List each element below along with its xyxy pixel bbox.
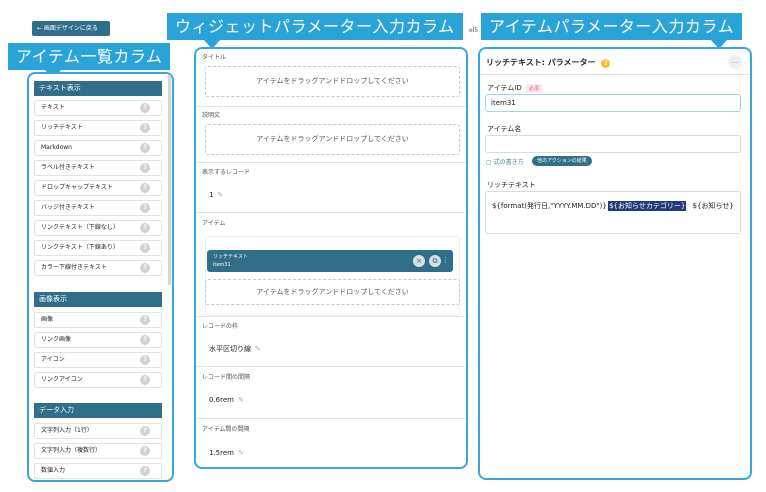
help-icon[interactable]: ? — [601, 59, 611, 68]
help-icon[interactable]: ? — [140, 203, 150, 213]
richtext-editor[interactable]: ${format(発行日,"YYYY.MM.DD")} ${お知らせカテゴリー}… — [485, 191, 741, 234]
palette-item-number[interactable]: 数値入力? — [34, 463, 162, 479]
help-icon[interactable]: ? — [140, 375, 150, 385]
pencil-icon[interactable]: ✎ — [238, 449, 244, 457]
divider — [196, 212, 466, 213]
palette-item-color-underline[interactable]: カラー下線付きテキスト? — [34, 260, 162, 276]
record-frame-label: レコードの枠 — [202, 323, 239, 330]
palette-item-badge-text[interactable]: バッジ付きテキスト? — [34, 200, 162, 216]
record-gap-label: レコード間の間隔 — [202, 374, 251, 381]
palette-item-icon[interactable]: アイコン? — [34, 352, 162, 368]
palette-item-richtext[interactable]: リッチテキスト? — [34, 120, 162, 136]
divider — [196, 162, 466, 163]
annotation-widget-params: ウィジェットパラメーター入力カラム — [167, 13, 463, 49]
palette-item-link-underline[interactable]: リンクテキスト（下線あり）? — [34, 240, 162, 256]
records-label: 表示するレコード — [202, 169, 251, 176]
item-chip-richtext[interactable]: リッチテキスト item31 × ⧉ ⋮ — [207, 250, 453, 272]
help-icon[interactable]: ? — [140, 123, 150, 133]
palette-item-markdown[interactable]: Markdown? — [34, 140, 162, 156]
help-icon[interactable]: ? — [140, 223, 150, 233]
divider — [196, 316, 466, 317]
annotation-item-list: アイテム一覧カラム — [8, 43, 171, 79]
richtext-part: ${format(発行日,"YYYY.MM.DD")} — [492, 202, 607, 210]
item-params-header: リッチテキスト: パラメーター ? — [486, 57, 611, 68]
record-frame-value[interactable]: 水平区切り線 ✎ — [209, 344, 261, 354]
item-id-label: アイテムID 必須 — [487, 83, 542, 93]
help-icon[interactable]: ? — [140, 466, 150, 476]
more-options-icon[interactable]: … — [728, 55, 742, 69]
help-icon[interactable]: ? — [140, 183, 150, 193]
divider — [480, 74, 750, 75]
back-to-screen-design-button[interactable]: ← 画面デザインに戻る — [32, 21, 110, 36]
palette-item-link-icon[interactable]: リンクアイコン? — [34, 372, 162, 388]
section-text-display: テキスト表示 — [34, 81, 162, 96]
palette-item-labeled-text[interactable]: ラベル付きテキスト? — [34, 160, 162, 176]
pencil-icon[interactable]: ✎ — [217, 191, 223, 199]
divider — [196, 106, 466, 107]
palette-item-link-image[interactable]: リンク画像? — [34, 332, 162, 348]
section-image-display: 画像表示 — [34, 292, 162, 307]
help-icon[interactable]: ? — [140, 103, 150, 113]
help-icon[interactable]: ? — [140, 355, 150, 365]
description-label: 説明文 — [202, 112, 221, 119]
help-icon[interactable]: ? — [140, 315, 150, 325]
chip-title: リッチテキスト — [213, 254, 248, 260]
item-gap-label: アイテム間の間隔 — [202, 426, 250, 433]
section-data-input: データ入力 — [34, 403, 162, 418]
items-dropzone[interactable]: アイテムをドラッグアンドドロップしてください — [205, 279, 460, 305]
item-name-field[interactable] — [485, 135, 741, 153]
help-icon[interactable]: ? — [140, 243, 150, 253]
help-icon[interactable]: ? — [140, 446, 150, 456]
help-icon[interactable]: ? — [140, 426, 150, 436]
drag-handle-icon[interactable]: ⋮ — [442, 256, 449, 264]
required-badge: 必須 — [525, 84, 542, 93]
divider — [196, 418, 466, 419]
annotation-item-params: アイテムパラメーター入力カラム — [481, 13, 742, 49]
palette-item-dropcap[interactable]: ドロップキャップテキスト? — [34, 180, 162, 196]
help-icon[interactable]: ? — [140, 263, 150, 273]
palette-item-image[interactable]: 画像? — [34, 312, 162, 328]
richtext-selection: ${お知らせカテゴリー} — [608, 201, 687, 211]
pencil-icon[interactable]: ✎ — [255, 345, 261, 353]
help-icon[interactable]: ? — [140, 335, 150, 345]
palette-item-link-no-underline[interactable]: リンクテキスト（下線なし）? — [34, 220, 162, 236]
copy-icon[interactable]: ⧉ — [429, 255, 441, 267]
help-icon[interactable]: ? — [140, 163, 150, 173]
divider — [196, 366, 466, 367]
formula-help-link[interactable]: ▢ 式の書き方 — [486, 157, 524, 166]
richtext-part: ${お知らせ} — [692, 202, 734, 210]
palette-item-text[interactable]: テキスト? — [34, 100, 162, 116]
records-value[interactable]: 1 ✎ — [209, 191, 223, 199]
richtext-label: リッチテキスト — [487, 181, 536, 189]
other-action-result-button[interactable]: 他のアクションの結果 — [532, 156, 592, 166]
item-id-field[interactable]: item31 — [485, 94, 741, 112]
item-gap-value[interactable]: 1.5rem ✎ — [209, 449, 244, 457]
description-dropzone[interactable]: アイテムをドラッグアンドドロップしてください — [205, 124, 460, 155]
chip-item-id: item31 — [213, 262, 231, 268]
pencil-icon[interactable]: ✎ — [238, 396, 244, 404]
palette-item-string-single[interactable]: 文字列入力（1行）? — [34, 423, 162, 439]
record-gap-value[interactable]: 0.6rem ✎ — [209, 396, 244, 404]
item-name-label: アイテム名 — [487, 125, 522, 133]
close-icon[interactable]: × — [413, 255, 425, 267]
title-dropzone[interactable]: アイテムをドラッグアンドドロップしてください — [205, 66, 460, 97]
palette-scrollbar[interactable] — [168, 75, 171, 285]
help-icon[interactable]: ? — [140, 143, 150, 153]
title-label: タイトル — [202, 54, 227, 61]
hidden-text: el5 — [469, 27, 479, 34]
items-label: アイテム — [202, 220, 226, 227]
palette-item-string-multi[interactable]: 文字列入力（複数行）? — [34, 443, 162, 459]
